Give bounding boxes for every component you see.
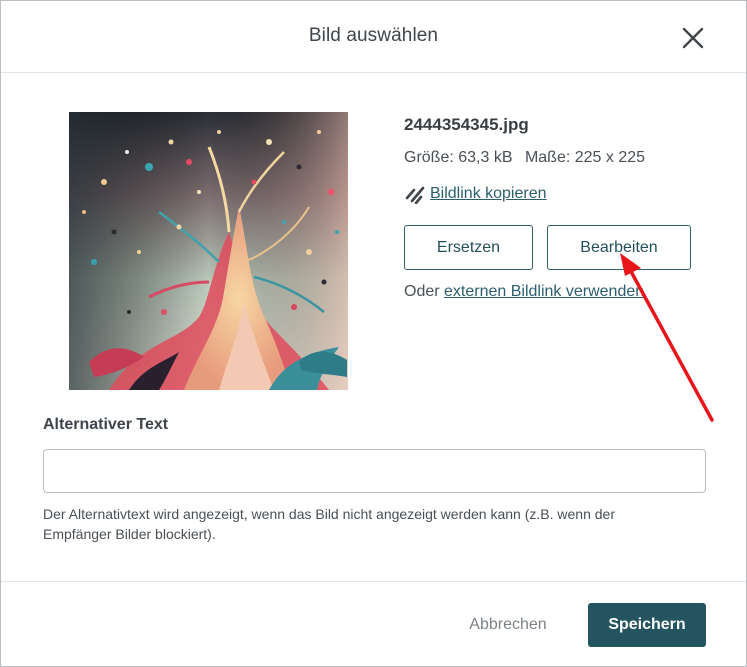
- link-icon: [405, 186, 425, 204]
- alt-text-input[interactable]: [43, 449, 706, 493]
- edit-button[interactable]: Bearbeiten: [547, 225, 691, 270]
- image-preview: [69, 112, 348, 390]
- image-select-dialog: Bild auswählen 2444354345.jpg Größe: 63,…: [0, 0, 747, 667]
- external-prefix: Oder: [404, 283, 440, 300]
- image-meta: Größe: 63,3 kB Maße: 225 x 225: [404, 149, 645, 167]
- external-image-link[interactable]: externen Bildlink verwenden: [444, 283, 644, 300]
- external-link-row: Oder externen Bildlink verwenden: [404, 283, 644, 301]
- alt-text-help: Der Alternativtext wird angezeigt, wenn …: [43, 506, 615, 542]
- image-filename: 2444354345.jpg: [404, 115, 529, 134]
- dialog-footer: Abbrechen Speichern: [1, 581, 746, 666]
- save-button[interactable]: Speichern: [588, 603, 706, 647]
- close-icon: [682, 27, 704, 49]
- cancel-button[interactable]: Abbrechen: [456, 603, 560, 647]
- image-dimensions: Maße: 225 x 225: [524, 149, 646, 166]
- close-button[interactable]: [678, 23, 708, 53]
- replace-button[interactable]: Ersetzen: [404, 225, 533, 270]
- copy-image-link[interactable]: Bildlink kopieren: [404, 183, 547, 205]
- dialog-header: Bild auswählen: [1, 1, 746, 73]
- alt-text-label: Alternativer Text: [43, 416, 169, 433]
- image-size: Größe: 63,3 kB: [404, 149, 513, 166]
- copy-link-label[interactable]: Bildlink kopieren: [430, 185, 547, 203]
- dialog-title: Bild auswählen: [308, 25, 439, 46]
